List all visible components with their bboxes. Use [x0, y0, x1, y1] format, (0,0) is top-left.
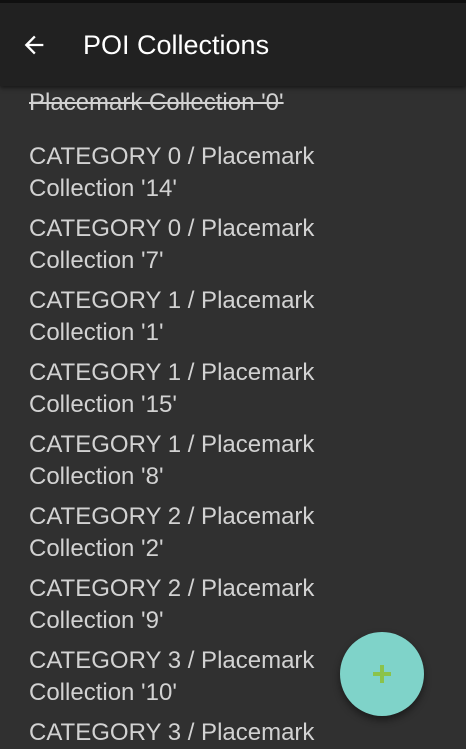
poi-collections-screen: POI Collections Placemark Collection '0'…: [0, 0, 466, 749]
plus-icon: [373, 665, 391, 683]
list-item[interactable]: CATEGORY 3 / Placemark Collection '10': [29, 645, 359, 709]
list-item[interactable]: CATEGORY 0 / Placemark Collection '14': [29, 141, 359, 205]
list-item[interactable]: CATEGORY 1 / Placemark Collection '15': [29, 357, 359, 421]
back-button[interactable]: [12, 23, 56, 67]
page-title: POI Collections: [83, 30, 270, 60]
list-item[interactable]: CATEGORY 3 / Placemark: [29, 717, 359, 749]
list-item[interactable]: CATEGORY 0 / Placemark Collection '7': [29, 213, 359, 277]
add-collection-button[interactable]: [340, 632, 424, 716]
list-item[interactable]: CATEGORY 2 / Placemark Collection '9': [29, 573, 359, 637]
list-item[interactable]: CATEGORY 1 / Placemark Collection '8': [29, 429, 359, 493]
app-bar: POI Collections: [0, 3, 466, 86]
arrow-left-icon: [24, 35, 44, 55]
list-item[interactable]: CATEGORY 1 / Placemark Collection '1': [29, 285, 359, 349]
list-item-collection-0[interactable]: Placemark Collection '0': [29, 87, 359, 119]
list-item[interactable]: CATEGORY 2 / Placemark Collection '2': [29, 501, 359, 565]
